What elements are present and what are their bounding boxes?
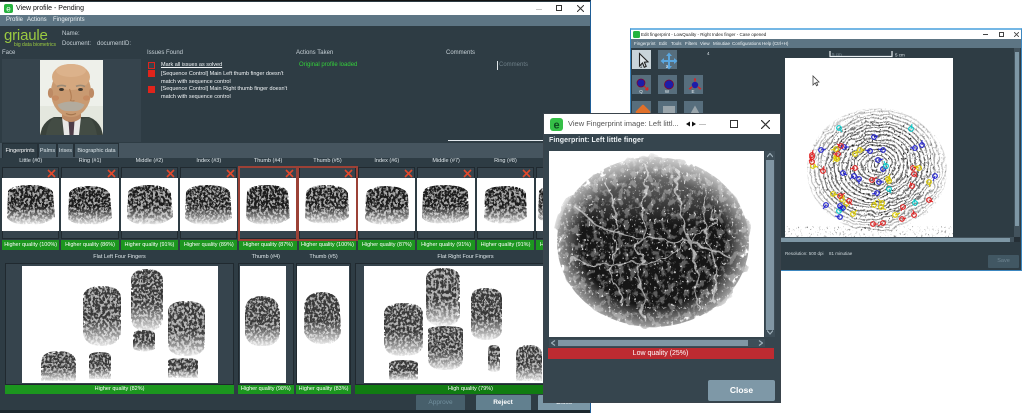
svg-text:e: e [553,119,559,131]
svg-text:e: e [6,5,11,14]
svg-text:5 cm: 5 cm [832,52,842,57]
